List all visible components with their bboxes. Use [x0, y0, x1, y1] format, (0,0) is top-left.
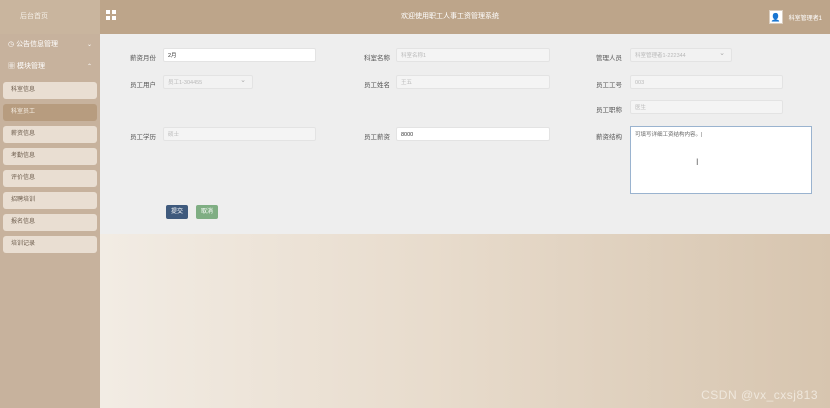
structure-label: 薪资结构	[596, 134, 622, 141]
chevron-up-icon: ⌃	[86, 64, 92, 70]
emp-title-label: 员工职称	[596, 107, 622, 114]
salary-form: 薪资月份 2月 科室名称 科室名称1 管理人员 科室管理者1-222344 员工…	[100, 34, 830, 234]
sidebar-item-evaluation[interactable]: 评价信息	[3, 170, 97, 187]
menu-grid-icon[interactable]	[106, 10, 116, 20]
clock-icon: ◷	[8, 41, 17, 48]
manager-select[interactable]: 科室管理者1-222344	[630, 47, 732, 62]
manager-label: 管理人员	[596, 55, 622, 62]
submit-button[interactable]: 提交	[166, 205, 188, 219]
emp-user-select[interactable]: 员工1-304455	[163, 74, 253, 89]
dept-name-input[interactable]: 科室名称1	[396, 48, 550, 62]
cancel-button[interactable]: 取消	[196, 205, 218, 219]
emp-no-label: 员工工号	[596, 82, 622, 89]
emp-no-input[interactable]: 003	[630, 75, 783, 89]
emp-salary-label: 员工薪资	[364, 134, 390, 141]
sidebar-item-training[interactable]: 培训记录	[3, 236, 97, 253]
sidebar-item-salary[interactable]: 薪资信息	[3, 126, 97, 143]
user-name: 科室管理者1	[788, 15, 822, 22]
emp-user-label: 员工用户	[130, 82, 156, 89]
pay-month-label: 薪资月份	[130, 55, 156, 62]
emp-edu-label: 员工学历	[130, 134, 156, 141]
user-menu[interactable]: 👤 科室管理者1	[768, 0, 822, 34]
main-area: 薪资月份 2月 科室名称 科室名称1 管理人员 科室管理者1-222344 员工…	[100, 34, 830, 408]
dept-name-label: 科室名称	[364, 55, 390, 62]
sidebar-announce-label: 公告信息管理	[16, 41, 59, 48]
sidebar-announce[interactable]: ◷ 公告信息管理 ⌄	[0, 34, 100, 56]
sidebar: ◷ 公告信息管理 ⌄ ▦ 模块管理 ⌃ 科室信息 科室员工 薪资信息 考勤信息 …	[0, 34, 100, 408]
text-cursor-icon: I	[696, 157, 699, 167]
top-bar: 后台首页 欢迎使用职工人事工资管理系统 👤 科室管理者1	[0, 0, 830, 34]
grid-icon: ▦	[8, 63, 17, 70]
sidebar-module-label: 模块管理	[16, 63, 45, 70]
chevron-down-icon: ⌄	[86, 42, 92, 48]
emp-edu-input[interactable]: 硕士	[163, 127, 316, 141]
emp-name-label: 员工姓名	[364, 82, 390, 89]
emp-salary-input[interactable]: 8000	[396, 127, 550, 141]
sidebar-item-dept[interactable]: 科室信息	[3, 82, 97, 99]
sidebar-item-recruit[interactable]: 招聘培训	[3, 192, 97, 209]
sidebar-item-attendance[interactable]: 考勤信息	[3, 148, 97, 165]
sidebar-item-staff[interactable]: 科室员工	[3, 104, 97, 121]
system-title: 欢迎使用职工人事工资管理系统	[401, 13, 499, 20]
structure-textarea[interactable]: 可填写详细工资结构内容。|	[630, 126, 812, 194]
pay-month-input[interactable]: 2月	[163, 48, 316, 62]
avatar-icon: 👤	[768, 10, 783, 24]
sidebar-module[interactable]: ▦ 模块管理 ⌃	[0, 56, 100, 78]
emp-name-input[interactable]: 王五	[396, 75, 550, 89]
home-link[interactable]: 后台首页	[0, 0, 100, 34]
watermark: CSDN @vx_cxsj813	[701, 388, 818, 402]
sidebar-item-signup[interactable]: 报名信息	[3, 214, 97, 231]
emp-title-input[interactable]: 医生	[630, 100, 783, 114]
